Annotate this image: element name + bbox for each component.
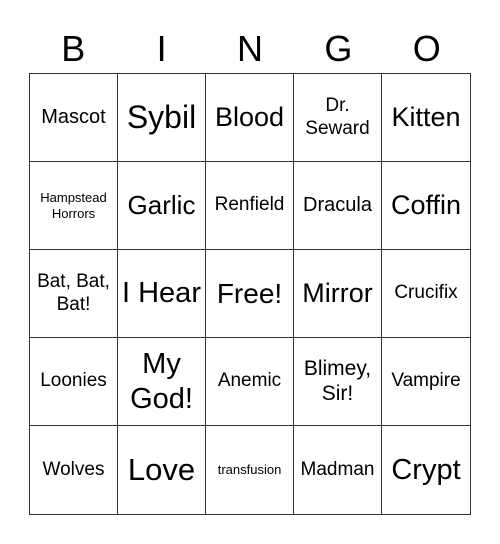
- bingo-cell[interactable]: Vampire: [382, 338, 470, 426]
- bingo-cell[interactable]: Blood: [206, 74, 294, 162]
- bingo-cell[interactable]: Dracula: [294, 162, 382, 250]
- bingo-cell[interactable]: I Hear: [118, 250, 206, 338]
- bingo-cell[interactable]: Madman: [294, 426, 382, 514]
- bingo-cell[interactable]: Sybil: [118, 74, 206, 162]
- bingo-cell[interactable]: Kitten: [382, 74, 470, 162]
- bingo-cell[interactable]: Free!: [206, 250, 294, 338]
- bingo-cell[interactable]: Blimey, Sir!: [294, 338, 382, 426]
- bingo-cell[interactable]: Dr. Seward: [294, 74, 382, 162]
- bingo-cell[interactable]: Crucifix: [382, 250, 470, 338]
- bingo-cell[interactable]: Mirror: [294, 250, 382, 338]
- bingo-cell[interactable]: Renfield: [206, 162, 294, 250]
- bingo-cell[interactable]: Anemic: [206, 338, 294, 426]
- bingo-cell[interactable]: Loonies: [30, 338, 118, 426]
- bingo-cell[interactable]: Hampstead Horrors: [30, 162, 118, 250]
- header-letter-i: I: [156, 28, 167, 69]
- bingo-cell[interactable]: Bat, Bat, Bat!: [30, 250, 118, 338]
- header-letter-b: B: [61, 28, 86, 69]
- bingo-cell[interactable]: My God!: [118, 338, 206, 426]
- bingo-header: B I N G O: [29, 26, 471, 72]
- header-letter-n: N: [236, 28, 263, 69]
- bingo-cell[interactable]: Crypt: [382, 426, 470, 514]
- bingo-cell[interactable]: Garlic: [118, 162, 206, 250]
- header-letter-o: O: [412, 28, 441, 69]
- bingo-cell[interactable]: Coffin: [382, 162, 470, 250]
- bingo-cell[interactable]: transfusion: [206, 426, 294, 514]
- bingo-cell[interactable]: Love: [118, 426, 206, 514]
- bingo-grid: Mascot Sybil Blood Dr. Seward Kitten Hampstea…: [29, 73, 471, 515]
- bingo-cell[interactable]: Mascot: [30, 74, 118, 162]
- header-letter-g: G: [324, 28, 353, 69]
- bingo-cell[interactable]: Wolves: [30, 426, 118, 514]
